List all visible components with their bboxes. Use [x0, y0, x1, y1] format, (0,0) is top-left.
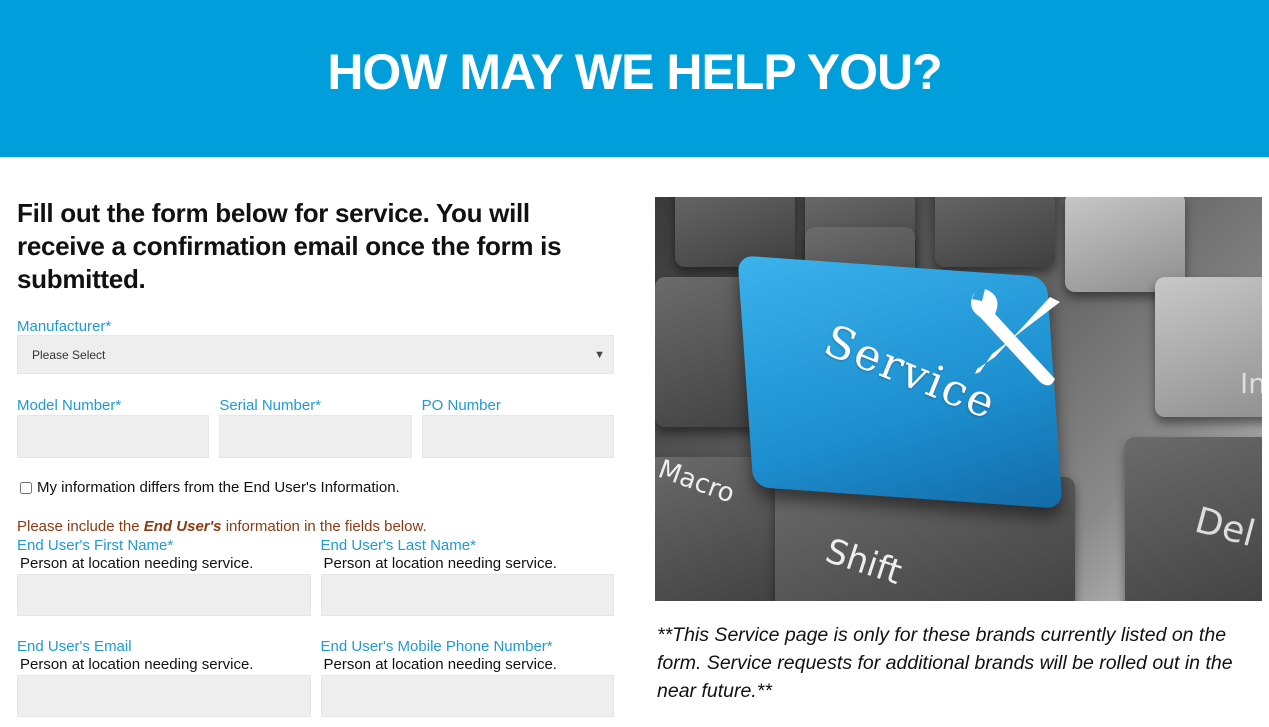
first-name-hint: Person at location needing service.	[20, 555, 254, 572]
serial-number-input[interactable]	[219, 415, 412, 458]
email-label: End User's Email	[17, 638, 132, 655]
model-number-input[interactable]	[17, 415, 210, 458]
mobile-phone-label: End User's Mobile Phone Number*	[320, 638, 553, 655]
keyboard-key	[675, 197, 795, 267]
last-name-input[interactable]	[320, 574, 614, 616]
form-intro-heading: Fill out the form below for service. You…	[17, 198, 562, 294]
first-name-label: End User's First Name*	[17, 537, 174, 554]
service-keyboard-image: Service Macro Shift Del In	[655, 197, 1262, 601]
email-input[interactable]	[17, 675, 311, 717]
service-form-intro: Fill out the form below for service. You…	[17, 197, 614, 296]
last-name-hint: Person at location needing service.	[323, 555, 557, 572]
last-name-label: End User's Last Name*	[320, 537, 476, 554]
chevron-down-icon: ▼	[594, 348, 605, 361]
page-title: HOW MAY WE HELP YOU?	[327, 43, 942, 100]
note-emphasis: End User's	[143, 518, 222, 535]
email-hint: Person at location needing service.	[20, 656, 254, 673]
model-number-label: Model Number*	[17, 397, 122, 414]
info-differs-option[interactable]: My information differs from the End User…	[20, 479, 400, 496]
brands-disclaimer: **This Service page is only for these br…	[657, 624, 1233, 702]
note-prefix: Please include the	[17, 518, 144, 535]
note-suffix: information in the fields below.	[221, 518, 427, 535]
keyboard-key	[935, 197, 1055, 267]
service-aside: Service Macro Shift Del In **This Servic…	[655, 197, 1262, 705]
key-label-insert: In	[1240, 367, 1262, 400]
info-differs-checkbox[interactable]	[20, 481, 32, 494]
product-info-row: Model Number* Serial Number* PO Number	[17, 397, 614, 458]
first-name-input[interactable]	[17, 574, 311, 616]
po-number-label: PO Number	[421, 397, 501, 414]
mobile-phone-input[interactable]	[320, 675, 614, 717]
wrench-screwdriver-icon	[971, 289, 1060, 386]
manufacturer-select[interactable]: Please Select ▼	[17, 335, 614, 374]
info-differs-label: My information differs from the End User…	[37, 479, 400, 496]
manufacturer-label: Manufacturer*	[17, 318, 112, 335]
end-user-note: Please include the End User's informatio…	[17, 518, 427, 536]
end-user-name-row: End User's First Name* Person at locatio…	[17, 537, 614, 616]
manufacturer-selected-value: Please Select	[32, 347, 106, 362]
end-user-contact-row: End User's Email Person at location need…	[17, 638, 614, 717]
serial-number-label: Serial Number*	[219, 397, 322, 414]
hero-banner: HOW MAY WE HELP YOU?	[0, 0, 1269, 157]
mobile-phone-hint: Person at location needing service.	[323, 656, 557, 673]
po-number-input[interactable]	[421, 415, 614, 458]
